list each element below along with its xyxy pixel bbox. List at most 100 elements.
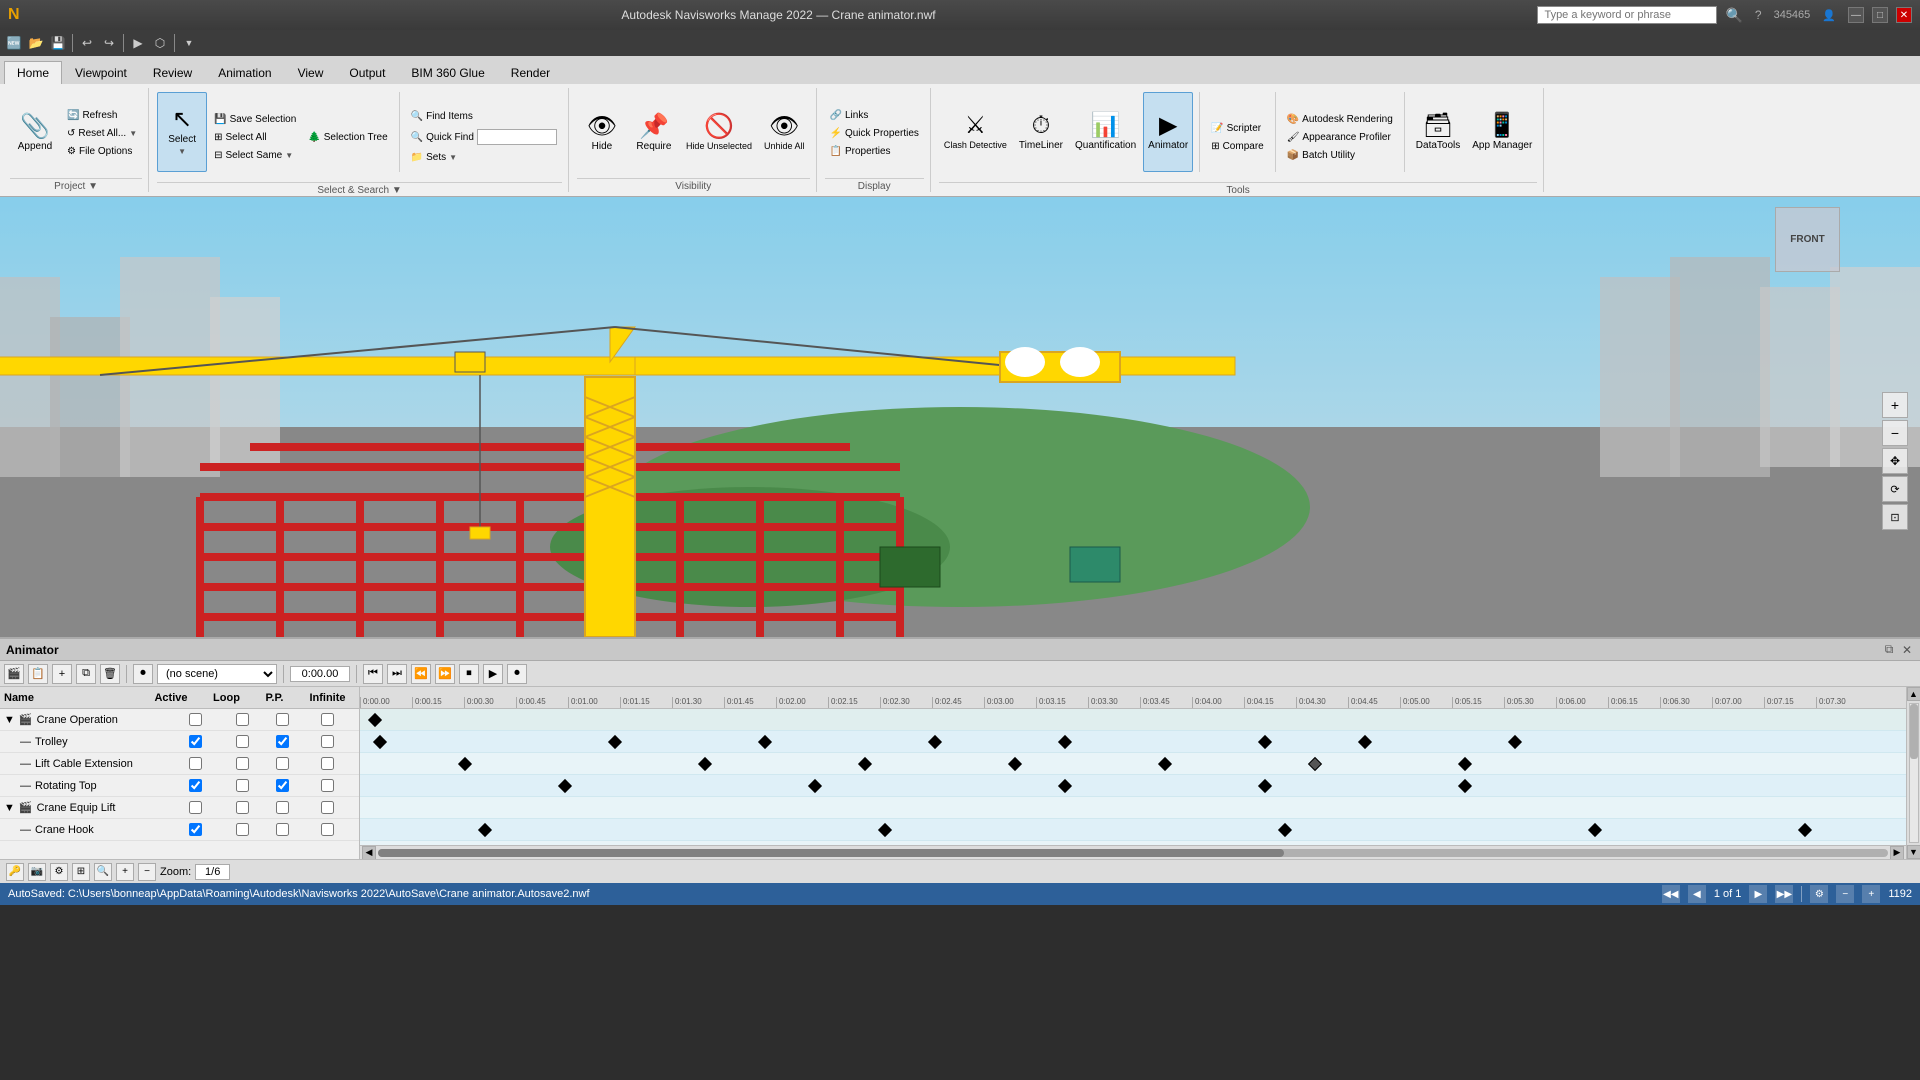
footer-btn4[interactable]: ⊞ (72, 863, 90, 881)
scene-row-crane-hook[interactable]: — Crane Hook (0, 819, 359, 841)
require-button[interactable]: 📌 Require (629, 93, 679, 173)
hide-unselected-button[interactable]: 🚫 Hide Unselected (681, 93, 757, 173)
footer-zoom-in-btn[interactable]: + (116, 863, 134, 881)
quick-properties-button[interactable]: ⚡ Quick Properties (825, 125, 924, 142)
timeliner-button[interactable]: ⏱ TimeLiner (1014, 92, 1068, 172)
crane-equip-loop-checkbox[interactable] (236, 801, 249, 814)
window-close-button[interactable]: ✕ (1896, 7, 1912, 23)
at-new-set-button[interactable]: 📋 (28, 664, 48, 684)
horizontal-scrollbar[interactable] (378, 849, 1888, 857)
autodesk-rendering-button[interactable]: 🎨 Autodesk Rendering (1282, 111, 1398, 128)
crane-operation-infinite-checkbox[interactable] (321, 713, 334, 726)
viewport-3d[interactable]: FRONT + − ✥ ⟳ ⊡ (0, 197, 1920, 637)
crane-operation-pp-checkbox[interactable] (276, 713, 289, 726)
tab-viewpoint[interactable]: Viewpoint (62, 61, 140, 84)
tab-animation[interactable]: Animation (205, 61, 284, 84)
tab-review[interactable]: Review (140, 61, 205, 84)
batch-utility-button[interactable]: 📦 Batch Utility (1282, 147, 1398, 164)
reset-all-button[interactable]: ↺ Reset All... ▼ (62, 125, 142, 142)
keyword-search-input[interactable] (1537, 6, 1717, 24)
app-manager-button[interactable]: 📱 App Manager (1467, 92, 1537, 172)
scene-row-rotating-top[interactable]: — Rotating Top (0, 775, 359, 797)
scene-row-trolley[interactable]: — Trolley (0, 731, 359, 753)
append-button[interactable]: 📎 Append (10, 93, 60, 173)
quick-find-input[interactable] (477, 129, 557, 145)
trolley-loop-checkbox[interactable] (236, 735, 249, 748)
scroll-up-button[interactable]: ▲ (1907, 687, 1920, 701)
crane-equip-pp-checkbox[interactable] (276, 801, 289, 814)
trolley-pp-checkbox[interactable] (276, 735, 289, 748)
footer-btn5[interactable]: 🔍 (94, 863, 112, 881)
crane-hook-active-checkbox[interactable] (189, 823, 202, 836)
qa-redo-button[interactable]: ↪ (99, 33, 119, 53)
tab-view[interactable]: View (285, 61, 337, 84)
scene-row-crane-equip-lift[interactable]: ▼ 🎬 Crane Equip Lift (0, 797, 359, 819)
zoom-out-button[interactable]: − (1882, 420, 1908, 446)
crane-equip-infinite-checkbox[interactable] (321, 801, 334, 814)
qa-settings-button[interactable]: ⬡ (150, 33, 170, 53)
qa-play-button[interactable]: ▶ (128, 33, 148, 53)
at-record-button[interactable]: ⏺ (133, 664, 153, 684)
qa-open-button[interactable]: 📂 (26, 33, 46, 53)
status-nav-prev-button[interactable]: ◀◀ (1662, 885, 1680, 903)
select-same-button[interactable]: ⊟ Select Same ▼ (209, 147, 301, 164)
rotating-top-pp-checkbox[interactable] (276, 779, 289, 792)
rotating-top-infinite-checkbox[interactable] (321, 779, 334, 792)
selection-tree-button[interactable]: 🌲 Selection Tree (303, 129, 392, 146)
zoom-value-input[interactable]: 1/6 (195, 864, 230, 880)
links-button[interactable]: 🔗 Links (825, 107, 924, 124)
trolley-active-checkbox[interactable] (189, 735, 202, 748)
rotating-top-loop-checkbox[interactable] (236, 779, 249, 792)
pan-button[interactable]: ✥ (1882, 448, 1908, 474)
appearance-profiler-button[interactable]: 🖌 Appearance Profiler (1282, 129, 1398, 146)
lift-cable-infinite-checkbox[interactable] (321, 757, 334, 770)
rotating-top-active-checkbox[interactable] (189, 779, 202, 792)
at-stop-button[interactable]: ⏹ (459, 664, 479, 684)
at-play-button[interactable]: ▶ (483, 664, 503, 684)
help-icon[interactable]: ? (1755, 8, 1762, 22)
footer-btn1[interactable]: 🔑 (6, 863, 24, 881)
status-settings-button[interactable]: ⚙ (1810, 885, 1828, 903)
status-nav-end-button[interactable]: ▶▶ (1775, 885, 1793, 903)
crane-hook-infinite-checkbox[interactable] (321, 823, 334, 836)
sets-button[interactable]: 📁 Sets ▼ (406, 149, 562, 166)
find-items-button[interactable]: 🔍 Find Items (406, 108, 562, 125)
tab-output[interactable]: Output (336, 61, 398, 84)
clash-detective-button[interactable]: ⚔ Clash Detective (939, 92, 1012, 172)
scroll-left-button[interactable]: ◀ (362, 846, 376, 860)
animator-button[interactable]: ▶ Animator (1143, 92, 1193, 172)
tab-render[interactable]: Render (498, 61, 563, 84)
select-all-button[interactable]: ⊞ Select All (209, 129, 301, 146)
hide-button[interactable]: 👁 Hide (577, 93, 627, 173)
at-delete-button[interactable]: 🗑 (100, 664, 120, 684)
refresh-button[interactable]: 🔄 Refresh (62, 107, 142, 124)
file-options-button[interactable]: ⚙ File Options (62, 143, 142, 160)
save-selection-button[interactable]: 💾 Save Selection (209, 111, 301, 128)
at-next-frame-button[interactable]: ⏩ (435, 664, 455, 684)
lift-cable-active-checkbox[interactable] (189, 757, 202, 770)
at-prev-frame-button[interactable]: ⏪ (411, 664, 431, 684)
properties-button[interactable]: 📋 Properties (825, 143, 924, 160)
window-minimize-button[interactable]: — (1848, 7, 1864, 23)
quick-find-button[interactable]: 🔍 Quick Find (406, 126, 562, 148)
at-record2-button[interactable]: ⏺ (507, 664, 527, 684)
qa-new-button[interactable]: 🆕 (4, 33, 24, 53)
qa-customize-button[interactable]: ▼ (179, 33, 199, 53)
status-zoom-out-button[interactable]: − (1836, 885, 1854, 903)
scene-row-lift-cable[interactable]: — Lift Cable Extension (0, 753, 359, 775)
tab-bim360[interactable]: BIM 360 Glue (398, 61, 497, 84)
scene-select[interactable]: (no scene) (157, 664, 277, 684)
crane-operation-active-checkbox[interactable] (189, 713, 202, 726)
animator-close-button[interactable]: ✕ (1900, 643, 1914, 657)
footer-btn3[interactable]: ⚙ (50, 863, 68, 881)
footer-zoom-out-btn[interactable]: − (138, 863, 156, 881)
status-nav-back-button[interactable]: ◀ (1688, 885, 1706, 903)
crane-operation-loop-checkbox[interactable] (236, 713, 249, 726)
orbit-button[interactable]: ⟳ (1882, 476, 1908, 502)
scroll-down-button[interactable]: ▼ (1907, 845, 1920, 859)
scroll-right-button[interactable]: ▶ (1890, 846, 1904, 860)
footer-btn2[interactable]: 📷 (28, 863, 46, 881)
at-duplicate-button[interactable]: ⧉ (76, 664, 96, 684)
quantification-button[interactable]: 📊 Quantification (1070, 92, 1141, 172)
compare-button[interactable]: ⊞ Compare (1206, 138, 1269, 155)
